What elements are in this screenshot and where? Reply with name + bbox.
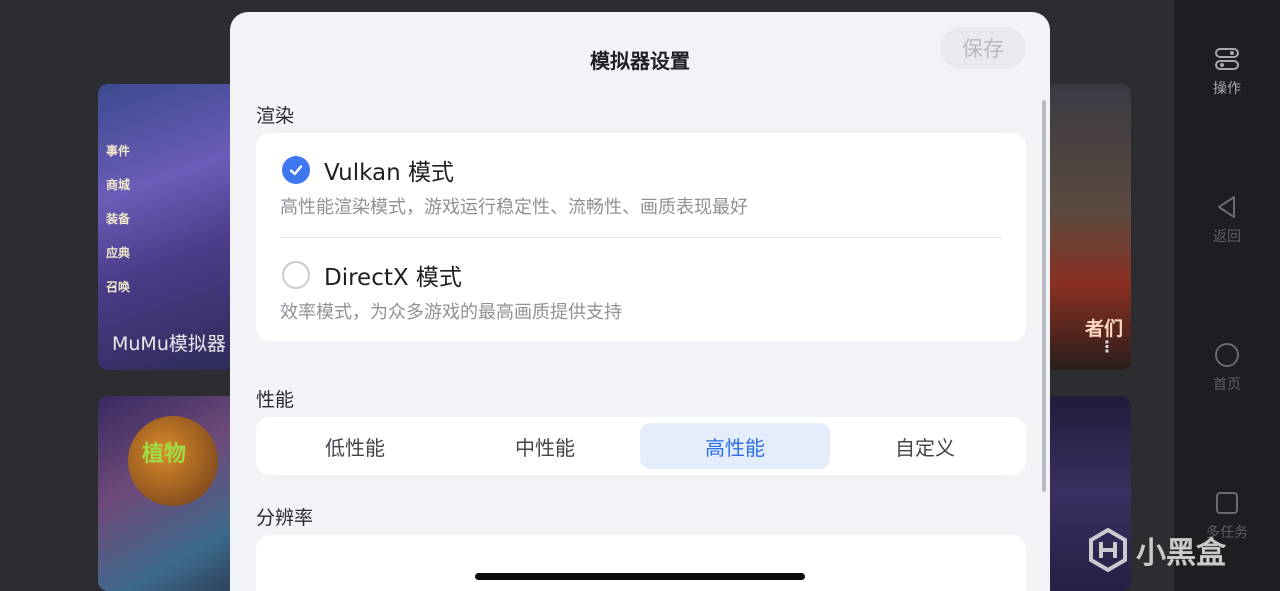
- game-menu-item: 商城: [106, 178, 131, 192]
- render-option-desc: 效率模式，为众多游戏的最高画质提供支持: [280, 302, 622, 323]
- nav-item-operate[interactable]: 操作: [1174, 46, 1280, 98]
- render-panel: Vulkan 模式 高性能渲染模式，游戏运行稳定性、流畅性、画质表现最好 Dir…: [256, 133, 1026, 341]
- more-icon[interactable]: ⋮: [1099, 337, 1115, 356]
- resolution-section-label: 分辨率: [256, 507, 314, 529]
- game-menu-item: 应典: [106, 246, 131, 260]
- watermark-text: 小黑盒: [1136, 536, 1226, 571]
- modal-scrollbar[interactable]: [1042, 100, 1046, 492]
- render-option-head: Vulkan 模式: [282, 153, 454, 187]
- nav-item-label: 操作: [1213, 81, 1241, 97]
- performance-option-custom[interactable]: 自定义: [830, 423, 1020, 469]
- back-triangle-icon: [1218, 196, 1235, 218]
- game-card-menu: 事件 商城 装备 应典 召唤: [106, 134, 130, 304]
- radio-unchecked-icon[interactable]: [282, 261, 310, 289]
- game-menu-item: 召唤: [106, 280, 131, 294]
- game-card-right-top[interactable]: 者们 ⋮: [1045, 84, 1131, 370]
- home-circle-icon: [1215, 343, 1239, 367]
- game-card-title: 植物: [142, 442, 187, 467]
- render-option-vulkan[interactable]: Vulkan 模式 高性能渲染模式，游戏运行稳定性、流畅性、画质表现最好: [256, 133, 1026, 237]
- game-card-mumu[interactable]: 事件 商城 装备 应典 召唤 MuMu模拟器: [98, 84, 248, 370]
- performance-segmented-control: 低性能 中性能 高性能 自定义: [256, 417, 1026, 475]
- heybox-logo-icon: [1089, 528, 1127, 572]
- render-option-head: DirectX 模式: [282, 258, 462, 292]
- toggle-icon: [1215, 48, 1239, 70]
- settings-modal: 模拟器设置 保存 渲染 Vulkan 模式 高性能渲染模式，游戏运行稳定性、流畅…: [230, 12, 1050, 591]
- render-section-label: 渲染: [256, 105, 295, 127]
- render-option-title: Vulkan 模式: [324, 160, 455, 186]
- recents-square-icon: [1216, 492, 1238, 514]
- game-card-caption: MuMu模拟器: [112, 333, 226, 355]
- game-card-plants[interactable]: 植物: [98, 396, 248, 591]
- performance-option-medium[interactable]: 中性能: [450, 423, 640, 469]
- right-nav-bar: 操作 返回 首页 多任务: [1174, 0, 1280, 591]
- nav-item-back[interactable]: 返回: [1174, 194, 1280, 246]
- game-menu-item: 事件: [106, 144, 131, 158]
- performance-section-label: 性能: [256, 389, 295, 411]
- nav-item-home[interactable]: 首页: [1174, 342, 1280, 394]
- resolution-panel: [256, 535, 1026, 591]
- nav-item-label: 返回: [1213, 229, 1241, 245]
- render-option-desc: 高性能渲染模式，游戏运行稳定性、流畅性、画质表现最好: [280, 197, 748, 218]
- game-menu-item: 装备: [106, 212, 131, 226]
- save-button[interactable]: 保存: [940, 27, 1026, 69]
- home-indicator[interactable]: [475, 573, 805, 580]
- modal-title: 模拟器设置: [590, 49, 690, 73]
- watermark: 小黑盒: [1088, 525, 1226, 575]
- performance-option-low[interactable]: 低性能: [260, 423, 450, 469]
- nav-item-label: 首页: [1213, 377, 1241, 393]
- checkbox-checked-icon[interactable]: [282, 156, 310, 184]
- performance-option-high[interactable]: 高性能: [640, 423, 830, 469]
- render-option-directx[interactable]: DirectX 模式 效率模式，为众多游戏的最高画质提供支持: [256, 237, 1026, 341]
- render-option-title: DirectX 模式: [324, 265, 462, 291]
